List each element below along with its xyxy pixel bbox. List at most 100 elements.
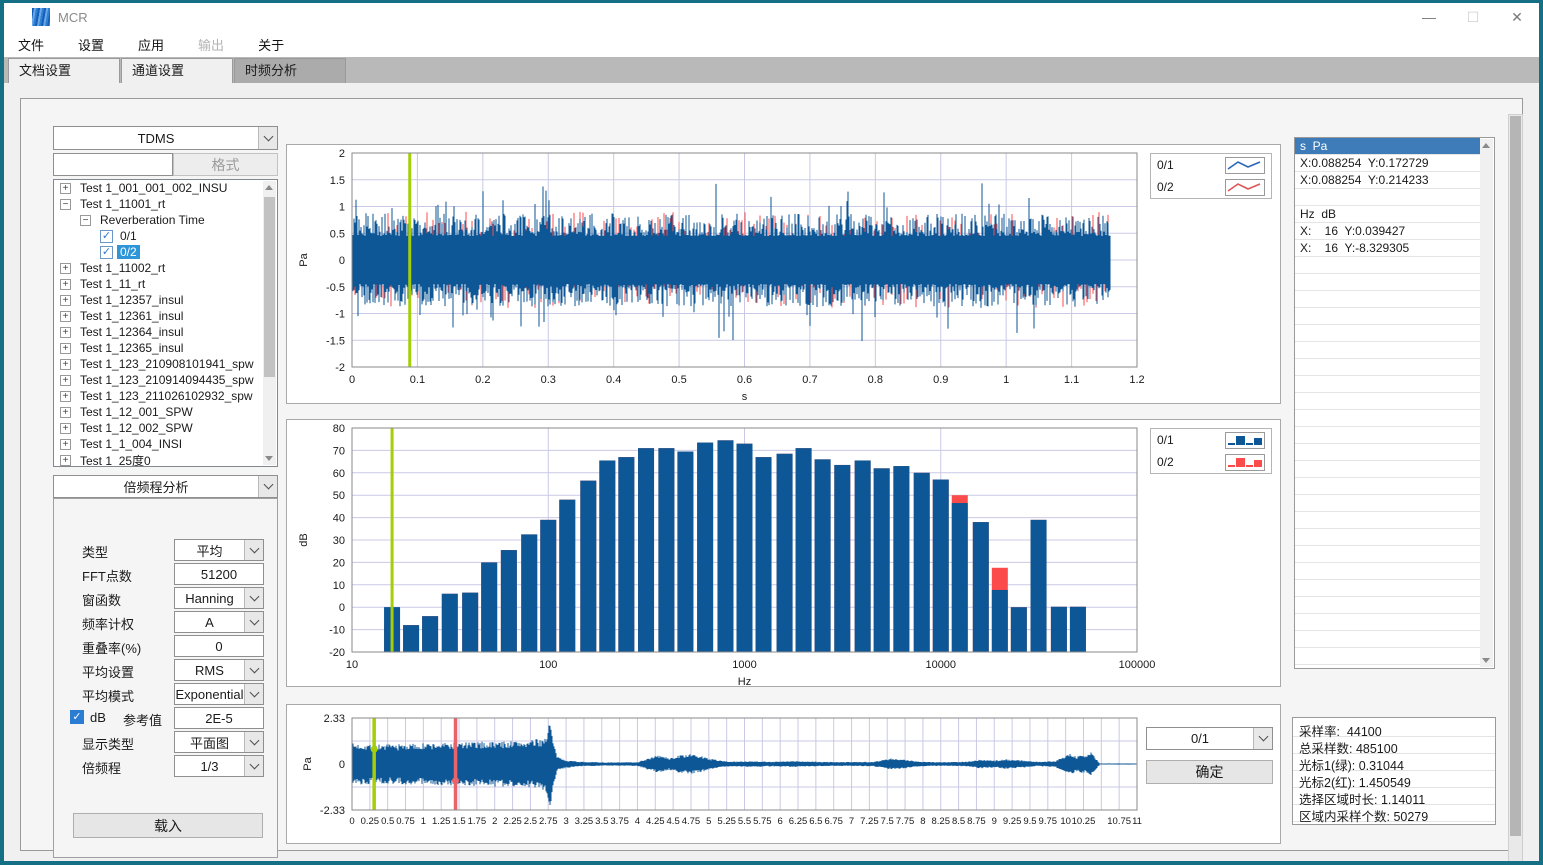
readout-row bbox=[1295, 478, 1480, 495]
tree-expander-icon[interactable]: + bbox=[60, 391, 71, 402]
tree-item[interactable]: +Test 1_25度0 bbox=[54, 452, 277, 467]
tree-item[interactable]: +Test 1_123_210908101941_spw bbox=[54, 356, 277, 372]
analysis-settings-panel: 类型平均FFT点数51200窗函数Hanning频率计权A重叠率(%)0平均设置… bbox=[53, 498, 278, 858]
form-select-平均设置[interactable]: RMS bbox=[174, 659, 264, 681]
tree-item[interactable]: +Test 1_1_004_INSI bbox=[54, 436, 277, 452]
format-button[interactable]: 格式 bbox=[173, 153, 278, 176]
tree-expander-icon[interactable]: + bbox=[60, 183, 71, 194]
tree-expander-icon[interactable]: − bbox=[60, 199, 71, 210]
form-row-类型: 类型平均 bbox=[54, 539, 277, 561]
chevron-down-icon bbox=[258, 476, 277, 497]
svg-text:s: s bbox=[742, 391, 748, 403]
spectrum-bar-chart[interactable]: -20-100102030405060708010100100010000100… bbox=[287, 420, 1280, 686]
search-input[interactable] bbox=[53, 153, 173, 176]
scroll-down-icon[interactable] bbox=[1482, 658, 1490, 663]
tree-item[interactable]: +Test 1_12357_insul bbox=[54, 292, 277, 308]
legend-item-0/2[interactable]: 0/2 bbox=[1151, 451, 1271, 473]
form-select-显示类型[interactable]: 平面图 bbox=[174, 731, 264, 753]
tree-expander-icon[interactable]: + bbox=[60, 359, 71, 370]
file-tree[interactable]: +Test 1_001_001_002_INSU−Test 1_11001_rt… bbox=[53, 179, 278, 467]
svg-text:10: 10 bbox=[346, 659, 358, 671]
db-checkbox[interactable]: ✓ bbox=[70, 710, 84, 724]
tree-item[interactable]: −Test 1_11001_rt bbox=[54, 196, 277, 212]
form-input-dB[interactable]: 2E-5 bbox=[174, 707, 264, 729]
tree-checkbox[interactable]: ✓ bbox=[100, 246, 113, 259]
tab-通道设置[interactable]: 通道设置 bbox=[121, 58, 233, 83]
load-button[interactable]: 载入 bbox=[73, 813, 263, 838]
stats-row: 光标2(红): 1.450549 bbox=[1293, 771, 1495, 788]
form-input-FFT点数[interactable]: 51200 bbox=[174, 563, 264, 585]
menu-item-关于[interactable]: 关于 bbox=[250, 32, 292, 57]
legend-item-0/2[interactable]: 0/2 bbox=[1151, 176, 1271, 198]
tree-expander-icon[interactable]: + bbox=[60, 279, 71, 290]
overview-waveform-chart[interactable]: 00.250.50.7511.251.51.7522.252.52.7533.2… bbox=[287, 705, 1280, 843]
tree-item[interactable]: + Test 1_12361_insul bbox=[54, 308, 277, 324]
menu-item-输出[interactable]: 输出 bbox=[190, 32, 232, 57]
form-select-倍频程[interactable]: 1/3 bbox=[174, 755, 264, 777]
tree-expander-icon[interactable]: + bbox=[60, 343, 71, 354]
form-select-类型[interactable]: 平均 bbox=[174, 539, 264, 561]
tree-item[interactable]: +Test 1_12_001_SPW bbox=[54, 404, 277, 420]
tree-item[interactable]: ✓0/2 bbox=[54, 244, 277, 260]
form-label: 频率计权 bbox=[82, 614, 134, 633]
svg-text:-1.5: -1.5 bbox=[326, 335, 345, 347]
menu-item-应用[interactable]: 应用 bbox=[130, 32, 172, 57]
menu-item-文件[interactable]: 文件 bbox=[10, 32, 52, 57]
form-select-频率计权[interactable]: A bbox=[174, 611, 264, 633]
form-input-重叠率(%)[interactable]: 0 bbox=[174, 635, 264, 657]
tree-item[interactable]: −Reverberation Time bbox=[54, 212, 277, 228]
tree-item[interactable]: +Test 1_123_211026102932_spw bbox=[54, 388, 277, 404]
form-select-value: 平面图 bbox=[175, 733, 244, 752]
tree-item[interactable]: +Test 1_12365_insul bbox=[54, 340, 277, 356]
legend-item-0/1[interactable]: 0/1 bbox=[1151, 429, 1271, 451]
form-label: 重叠率(%) bbox=[82, 638, 141, 657]
legend-item-0/1[interactable]: 0/1 bbox=[1151, 154, 1271, 176]
scroll-up-icon[interactable] bbox=[1482, 143, 1490, 148]
svg-text:2.25: 2.25 bbox=[503, 816, 522, 827]
tree-expander-icon[interactable]: + bbox=[60, 311, 71, 322]
svg-text:8.25: 8.25 bbox=[932, 816, 951, 827]
svg-text:4.5: 4.5 bbox=[667, 816, 680, 827]
close-button[interactable]: ✕ bbox=[1495, 3, 1539, 31]
tree-item[interactable]: +Test 1_123_210914094435_spw bbox=[54, 372, 277, 388]
page-scrollbar[interactable] bbox=[1508, 114, 1523, 861]
tree-item[interactable]: +Test 1_11002_rt bbox=[54, 260, 277, 276]
tree-expander-icon[interactable]: + bbox=[60, 327, 71, 338]
tab-时频分析[interactable]: 时频分析 bbox=[234, 58, 346, 83]
tab-文档设置[interactable]: 文档设置 bbox=[8, 58, 120, 83]
time-waveform-chart[interactable]: 00.10.20.30.40.50.60.70.80.911.11.2-2-1.… bbox=[287, 145, 1280, 403]
confirm-button[interactable]: 确定 bbox=[1146, 760, 1273, 784]
tree-expander-icon[interactable]: + bbox=[60, 375, 71, 386]
chevron-down-icon bbox=[244, 684, 263, 704]
tree-checkbox[interactable]: ✓ bbox=[100, 230, 113, 243]
readout-row bbox=[1295, 529, 1480, 546]
menu-item-设置[interactable]: 设置 bbox=[70, 32, 112, 57]
tree-expander-icon[interactable]: + bbox=[60, 455, 71, 466]
channel-select[interactable]: 0/1 bbox=[1146, 727, 1273, 750]
tree-expander-icon[interactable]: + bbox=[60, 439, 71, 450]
form-select-平均模式[interactable]: Exponential bbox=[174, 683, 264, 705]
minimize-button[interactable]: — bbox=[1407, 3, 1451, 31]
tree-item[interactable]: +Test 1_001_001_002_INSU bbox=[54, 180, 277, 196]
tree-expander-icon[interactable]: + bbox=[60, 423, 71, 434]
tree-item[interactable]: ✓0/1 bbox=[54, 228, 277, 244]
tree-item[interactable]: +Test 1_12364_insul bbox=[54, 324, 277, 340]
tree-item[interactable]: +Test 1_11_rt bbox=[54, 276, 277, 292]
tree-scrollbar[interactable] bbox=[263, 181, 276, 465]
tree-expander-icon[interactable]: + bbox=[60, 295, 71, 306]
cursor-readout-list[interactable]: s PaX:0.088254 Y:0.172729X:0.088254 Y:0.… bbox=[1294, 137, 1495, 669]
readout-row bbox=[1295, 546, 1480, 563]
tree-expander-icon[interactable]: + bbox=[60, 263, 71, 274]
tree-expander-icon[interactable]: + bbox=[60, 407, 71, 418]
tree-item-label: Test 1_12361_insul bbox=[77, 309, 186, 323]
scroll-up-icon[interactable] bbox=[265, 185, 273, 190]
svg-text:-2.33: -2.33 bbox=[320, 805, 345, 817]
tree-expander-icon[interactable]: − bbox=[80, 215, 91, 226]
file-format-select[interactable]: TDMS bbox=[53, 126, 278, 150]
readout-scrollbar[interactable] bbox=[1480, 139, 1493, 667]
form-select-窗函数[interactable]: Hanning bbox=[174, 587, 264, 609]
maximize-button[interactable]: ☐ bbox=[1451, 3, 1495, 31]
tree-item[interactable]: +Test 1_12_002_SPW bbox=[54, 420, 277, 436]
analysis-type-select[interactable]: 倍频程分析 bbox=[53, 475, 278, 498]
scroll-down-icon[interactable] bbox=[265, 456, 273, 461]
